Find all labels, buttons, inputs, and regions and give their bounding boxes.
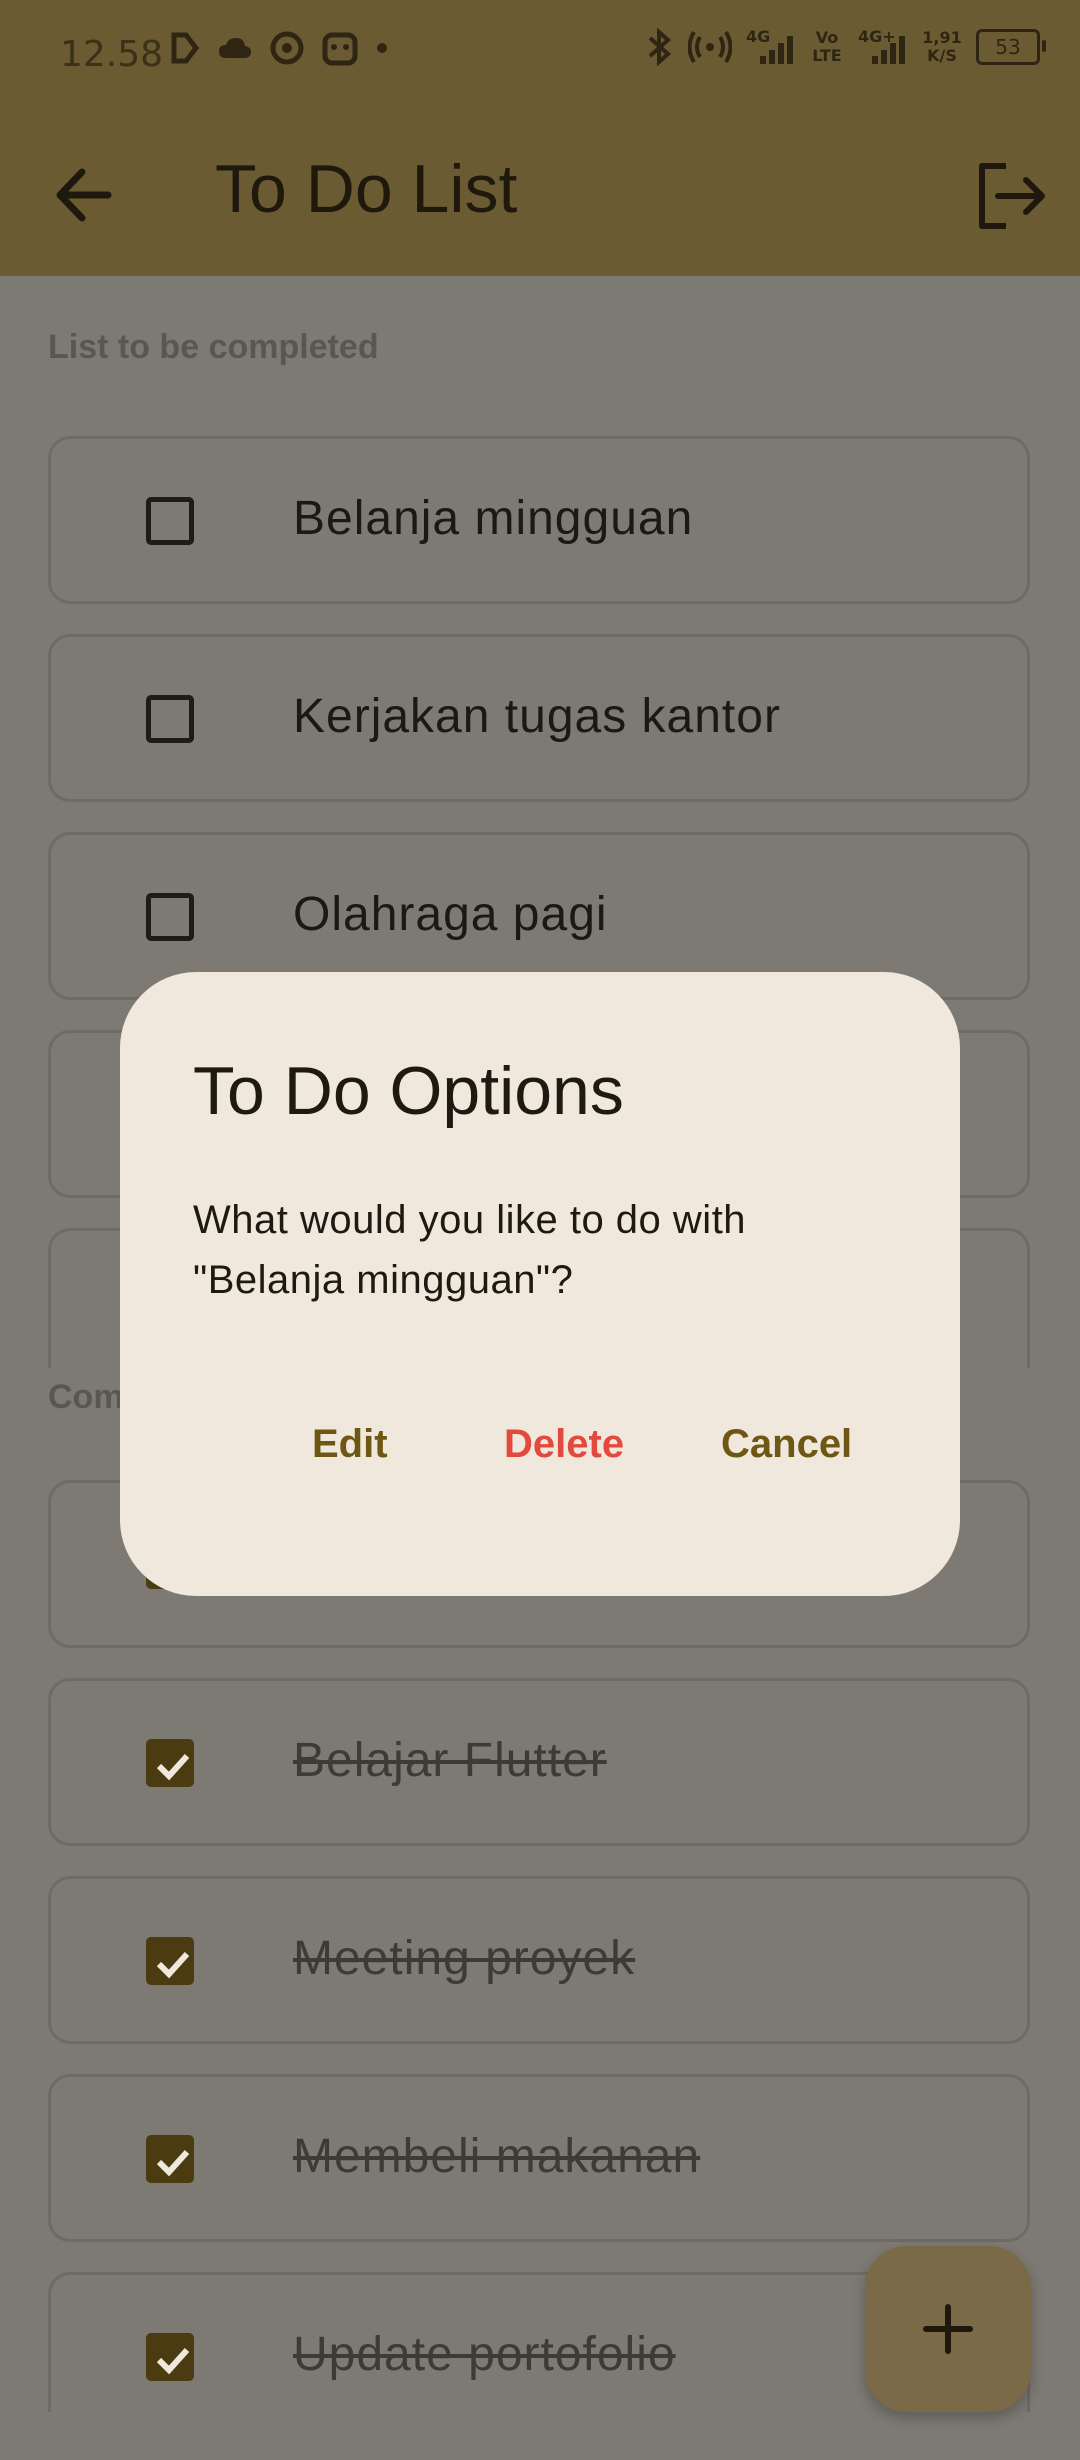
battery-level: 53 [995,35,1021,59]
back-button[interactable] [50,160,120,230]
todo-label: Belanja mingguan [293,492,694,545]
section-title-pending: List to be completed [48,328,379,366]
todo-card[interactable]: Meeting proyek [48,1876,1030,2044]
todo-label: Meeting proyek [293,1932,636,1985]
robot-icon [322,32,358,66]
todo-card[interactable]: Kerjakan tugas kantor [48,634,1030,802]
check-icon [156,1753,190,1781]
checkbox-unchecked[interactable] [146,695,194,743]
dialog-message: What would you like to do with "Belanja … [193,1198,747,1302]
app-notification-icon [171,32,200,64]
arrow-back-icon [56,168,112,222]
todo-options-dialog: To Do Options What would you like to do … [120,972,960,1596]
checkbox-checked[interactable] [146,2135,194,2183]
app-bar: To Do List [0,110,1080,276]
record-icon [270,31,304,65]
system-icons: 4G Vo LTE 4G+ 1,91 K/S 53 [646,28,1046,66]
page-title: To Do List [215,151,518,227]
checkbox-checked[interactable] [146,1739,194,1787]
edit-button[interactable]: Edit [312,1422,388,1467]
add-todo-button[interactable] [865,2246,1031,2412]
todo-card[interactable]: Belajar Flutter [48,1678,1030,1846]
todo-label: Olahraga pagi [293,888,608,941]
notification-icons [170,30,388,66]
bluetooth-icon [648,28,672,66]
delete-button[interactable]: Delete [504,1422,624,1467]
signal-4g-icon: 4G [746,28,796,66]
volte-indicator: Vo LTE [812,28,842,65]
plus-icon [923,2304,973,2354]
todo-label: Update portofolio [293,2328,676,2381]
status-bar: 12.58 4G Vo LTE 4G+ 1,91 K/S 53 [0,0,1080,110]
logout-button[interactable] [972,158,1048,234]
check-icon [156,2149,190,2177]
status-time: 12.58 [60,34,164,75]
logout-icon [979,163,1045,229]
checkbox-checked[interactable] [146,1937,194,1985]
checkbox-unchecked[interactable] [146,893,194,941]
cancel-button[interactable]: Cancel [721,1422,852,1467]
checkbox-unchecked[interactable] [146,497,194,545]
cloud-icon [219,38,251,58]
check-icon [156,1951,190,1979]
todo-label: Membeli makanan [293,2130,701,2183]
dialog-title: To Do Options [193,1053,624,1129]
signal-4g-plus-icon: 4G+ [858,28,908,66]
todo-card[interactable]: Belanja mingguan [48,436,1030,604]
todo-label: Kerjakan tugas kantor [293,690,781,743]
todo-card[interactable]: Membeli makanan [48,2074,1030,2242]
checkbox-checked[interactable] [146,2333,194,2381]
check-icon [156,2347,190,2375]
hotspot-icon [688,30,732,64]
section-title-completed: Com [48,1378,124,1416]
battery-icon: 53 [976,29,1046,65]
todo-label: Belajar Flutter [293,1734,607,1787]
dot-icon [377,43,387,53]
network-speed: 1,91 K/S [922,28,962,65]
